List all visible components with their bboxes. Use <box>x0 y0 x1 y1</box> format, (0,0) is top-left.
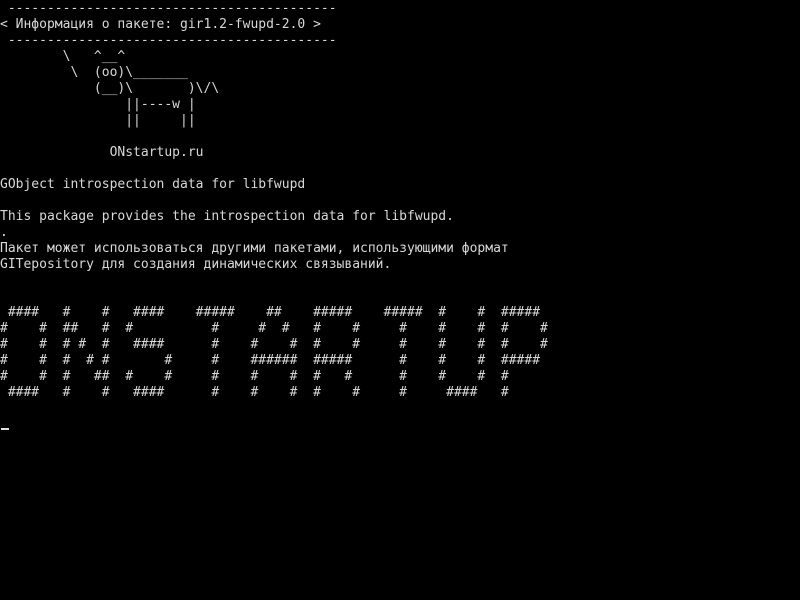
cow-art-line-4: ||----w | <box>0 97 196 112</box>
description-russian-line-2: GITepository для создания динамических с… <box>0 257 392 272</box>
package-summary: GObject introspection data for libfwupd <box>0 177 306 192</box>
ascii-banner: #### # # #### ##### ## ##### ##### # # #… <box>0 305 548 400</box>
description-russian-line-1: Пакет может использоваться другими пакет… <box>0 241 509 256</box>
cow-art-line-3: (__)\ )\/\ <box>0 81 220 96</box>
cowsay-top-border: ----------------------------------------… <box>0 1 337 16</box>
cow-art-line-2: \ (oo)\_______ <box>0 65 188 80</box>
cow-art-line-5: || || <box>0 113 196 128</box>
terminal-screen[interactable]: ----------------------------------------… <box>0 0 800 600</box>
description-english: This package provides the introspection … <box>0 209 454 224</box>
site-name: ONstartup.ru <box>0 145 204 160</box>
cowsay-bottom-border: ----------------------------------------… <box>0 33 337 48</box>
text-cursor <box>1 428 9 430</box>
cow-art-line-1: \ ^__^ <box>0 49 126 64</box>
cowsay-message: < Информация о пакете: gir1.2-fwupd-2.0 … <box>0 17 321 32</box>
description-separator: . <box>0 225 8 240</box>
